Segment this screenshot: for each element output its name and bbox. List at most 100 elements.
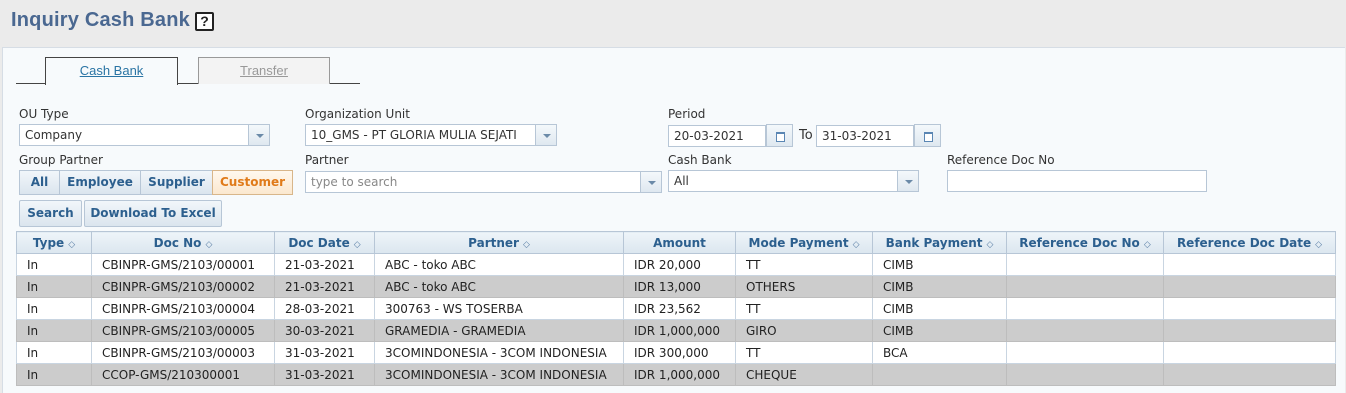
period-to-calendar-icon[interactable] bbox=[914, 124, 941, 147]
cash-bank-value: All bbox=[674, 174, 689, 188]
column-header-label: Amount bbox=[653, 235, 706, 250]
column-header-doc-date[interactable]: Doc Date ◇ bbox=[274, 231, 375, 254]
cell-mode-payment: CHEQUE bbox=[735, 363, 873, 386]
table-row[interactable]: In CBINPR-GMS/2103/00004 28-03-2021 300763 … bbox=[16, 297, 1336, 320]
organization-unit-select[interactable]: 10_GMS - PT GLORIA MULIA SEJATI bbox=[305, 124, 557, 146]
cell-partner: 300763 - WS TOSERBA bbox=[374, 297, 624, 320]
cell-amount: IDR 1,000,000 bbox=[623, 363, 736, 386]
reference-doc-no-input[interactable] bbox=[947, 170, 1207, 192]
column-header-reference-doc-no[interactable]: Reference Doc No ◇ bbox=[1006, 231, 1164, 254]
partner-dropdown-icon[interactable] bbox=[640, 172, 661, 192]
sort-icon[interactable]: ◇ bbox=[1315, 240, 1322, 250]
sort-icon[interactable]: ◇ bbox=[68, 240, 75, 250]
cell-doc-date: 31-03-2021 bbox=[274, 363, 375, 386]
partner-input[interactable]: type to search bbox=[305, 171, 662, 193]
column-header-label: Mode Payment bbox=[748, 235, 849, 250]
download-excel-button[interactable]: Download To Excel bbox=[84, 200, 222, 227]
tab-cash-bank[interactable]: Cash Bank bbox=[45, 57, 178, 85]
cell-type: In bbox=[16, 275, 92, 298]
table-row[interactable]: In CBINPR-GMS/2103/00001 21-03-2021 ABC - t… bbox=[16, 253, 1336, 276]
column-header-label: Doc No bbox=[153, 235, 202, 250]
tab-transfer[interactable]: Transfer bbox=[198, 57, 330, 84]
cash-bank-select[interactable]: All bbox=[668, 170, 919, 192]
search-button[interactable]: Search bbox=[19, 200, 82, 227]
cell-mode-payment: TT bbox=[735, 253, 873, 276]
cell-bank-payment: CIMB bbox=[872, 275, 1007, 298]
column-header-partner[interactable]: Partner ◇ bbox=[374, 231, 624, 254]
period-from-value: 20-03-2021 bbox=[674, 129, 744, 143]
column-header-label: Doc Date bbox=[288, 235, 350, 250]
cell-reference-doc-no bbox=[1006, 253, 1164, 276]
sort-icon[interactable]: ◇ bbox=[853, 240, 860, 250]
cell-reference-doc-date bbox=[1163, 253, 1336, 276]
cell-bank-payment: CIMB bbox=[872, 319, 1007, 342]
cell-bank-payment: CIMB bbox=[872, 297, 1007, 320]
sort-icon[interactable]: ◇ bbox=[523, 240, 530, 250]
period-label: Period bbox=[668, 107, 706, 121]
cell-doc-date: 21-03-2021 bbox=[274, 275, 375, 298]
cell-reference-doc-no bbox=[1006, 275, 1164, 298]
cell-amount: IDR 13,000 bbox=[623, 275, 736, 298]
cell-reference-doc-no bbox=[1006, 341, 1164, 364]
table-body: In CBINPR-GMS/2103/00001 21-03-2021 ABC - t… bbox=[16, 253, 1336, 386]
column-header-mode-payment[interactable]: Mode Payment ◇ bbox=[735, 231, 873, 254]
table-header-row: Type ◇ Doc No ◇ Doc Date ◇ Partner ◇ Amount Mode … bbox=[16, 231, 1336, 254]
cell-type: In bbox=[16, 319, 92, 342]
sort-icon[interactable]: ◇ bbox=[354, 240, 361, 250]
cell-partner: GRAMEDIA - GRAMEDIA bbox=[374, 319, 624, 342]
cell-mode-payment: GIRO bbox=[735, 319, 873, 342]
reference-doc-no-label: Reference Doc No bbox=[947, 153, 1055, 167]
period-from-calendar-icon[interactable] bbox=[766, 124, 793, 147]
cell-bank-payment bbox=[872, 363, 1007, 386]
cash-bank-label: Cash Bank bbox=[668, 153, 732, 167]
column-header-label: Bank Payment bbox=[885, 235, 983, 250]
ou-type-dropdown-icon[interactable] bbox=[248, 125, 269, 145]
sort-icon[interactable]: ◇ bbox=[986, 240, 993, 250]
cell-doc-no: CCOP-GMS/210300001 bbox=[91, 363, 275, 386]
organization-unit-value: 10_GMS - PT GLORIA MULIA SEJATI bbox=[311, 128, 517, 142]
cell-reference-doc-date bbox=[1163, 363, 1336, 386]
sort-icon[interactable]: ◇ bbox=[1144, 240, 1151, 250]
cash-bank-table: Type ◇ Doc No ◇ Doc Date ◇ Partner ◇ Amount Mode … bbox=[16, 231, 1336, 386]
group-partner-all-button[interactable]: All bbox=[19, 170, 60, 195]
cell-partner: ABC - toko ABC bbox=[374, 253, 624, 276]
column-header-reference-doc-date[interactable]: Reference Doc Date ◇ bbox=[1163, 231, 1336, 254]
table-row[interactable]: In CCOP-GMS/210300001 31-03-2021 3COMINDONE… bbox=[16, 363, 1336, 386]
cell-amount: IDR 1,000,000 bbox=[623, 319, 736, 342]
cell-reference-doc-date bbox=[1163, 341, 1336, 364]
group-partner-customer-button[interactable]: Customer bbox=[212, 170, 293, 195]
period-to-value: 31-03-2021 bbox=[822, 129, 892, 143]
cell-type: In bbox=[16, 297, 92, 320]
cell-bank-payment: BCA bbox=[872, 341, 1007, 364]
column-header-bank-payment[interactable]: Bank Payment ◇ bbox=[872, 231, 1007, 254]
cell-mode-payment: OTHERS bbox=[735, 275, 873, 298]
cell-doc-no: CBINPR-GMS/2103/00003 bbox=[91, 341, 275, 364]
group-partner-label: Group Partner bbox=[19, 153, 103, 167]
cell-reference-doc-date bbox=[1163, 319, 1336, 342]
help-icon[interactable]: ? bbox=[195, 12, 214, 31]
column-header-label: Partner bbox=[468, 235, 519, 250]
ou-type-select[interactable]: Company bbox=[19, 124, 270, 146]
cell-reference-doc-no bbox=[1006, 319, 1164, 342]
period-from-input[interactable]: 20-03-2021 bbox=[668, 125, 766, 147]
column-header-doc-no[interactable]: Doc No ◇ bbox=[91, 231, 275, 254]
column-header-type[interactable]: Type ◇ bbox=[16, 231, 92, 254]
group-partner-supplier-button[interactable]: Supplier bbox=[140, 170, 213, 195]
cell-reference-doc-date bbox=[1163, 297, 1336, 320]
ou-type-label: OU Type bbox=[19, 107, 69, 121]
table-row[interactable]: In CBINPR-GMS/2103/00002 21-03-2021 ABC - t… bbox=[16, 275, 1336, 298]
table-row[interactable]: In CBINPR-GMS/2103/00005 30-03-2021 GRAMEDI… bbox=[16, 319, 1336, 342]
cash-bank-dropdown-icon[interactable] bbox=[897, 171, 918, 191]
table-header: Type ◇ Doc No ◇ Doc Date ◇ Partner ◇ Amount Mode … bbox=[16, 231, 1336, 254]
organization-unit-dropdown-icon[interactable] bbox=[535, 125, 556, 145]
group-partner-employee-button[interactable]: Employee bbox=[59, 170, 141, 195]
column-header-amount[interactable]: Amount bbox=[623, 231, 736, 254]
sort-icon[interactable]: ◇ bbox=[205, 240, 212, 250]
cell-amount: IDR 23,562 bbox=[623, 297, 736, 320]
cell-partner: ABC - toko ABC bbox=[374, 275, 624, 298]
table-row[interactable]: In CBINPR-GMS/2103/00003 31-03-2021 3COMIND… bbox=[16, 341, 1336, 364]
column-header-label: Reference Doc Date bbox=[1176, 235, 1312, 250]
period-to-input[interactable]: 31-03-2021 bbox=[816, 125, 914, 147]
cell-mode-payment: TT bbox=[735, 341, 873, 364]
cell-doc-date: 21-03-2021 bbox=[274, 253, 375, 276]
